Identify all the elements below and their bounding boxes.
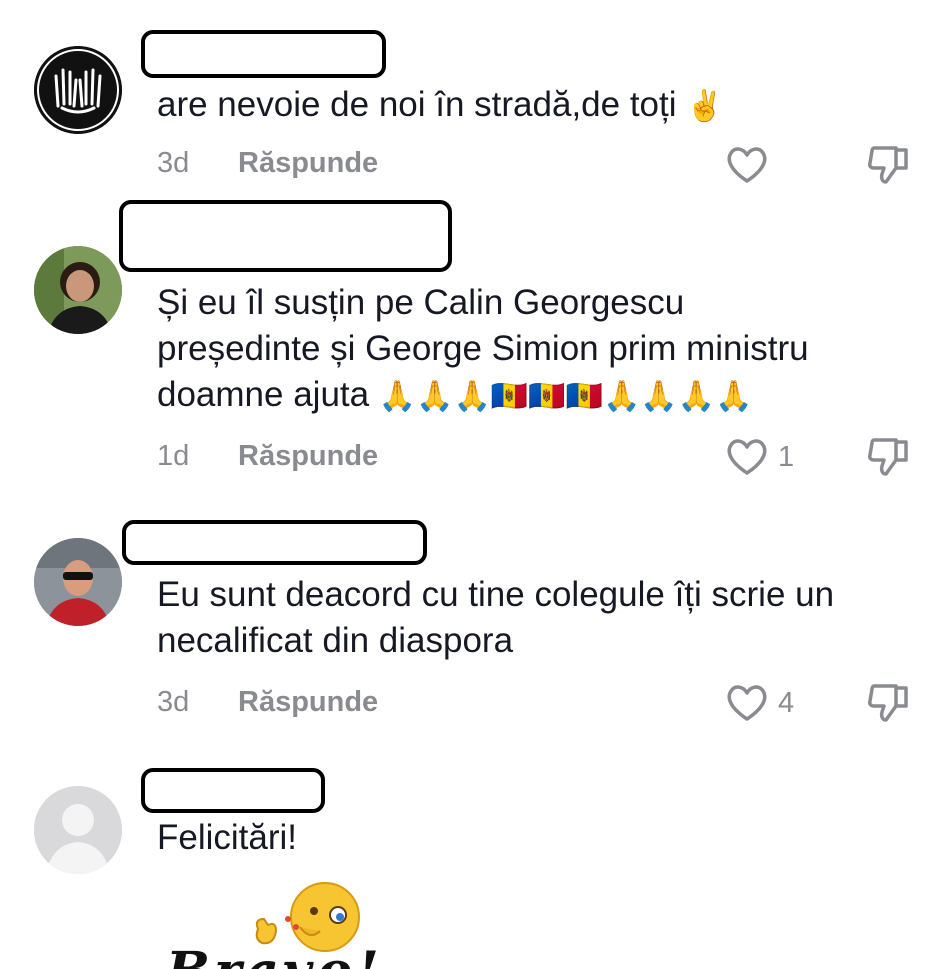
reply-button[interactable]: Răspunde xyxy=(238,686,378,719)
heart-outline-icon[interactable] xyxy=(725,145,769,185)
comment-text: Eu sunt deacord cu tine colegule îți scr… xyxy=(157,575,835,660)
reply-button[interactable]: Răspunde xyxy=(238,440,378,473)
reply-button[interactable]: Răspunde xyxy=(238,147,378,180)
thumbs-down-outline-icon[interactable] xyxy=(866,142,912,186)
emoji-sequence: 🙏🙏🙏🇲🇩🇲🇩🇲🇩🙏🙏🙏🙏 xyxy=(378,380,753,413)
redacted-username xyxy=(141,768,325,813)
comment-text: are nevoie de noi în stradă,de toți ✌️ xyxy=(157,85,724,124)
redacted-username xyxy=(141,30,386,78)
sticker-text: Bravo! xyxy=(166,941,383,969)
comment-text: Felicitări! xyxy=(157,818,298,857)
comment-age: 1d xyxy=(157,440,190,472)
comment-age: 3d xyxy=(157,686,190,718)
heart-outline-icon[interactable] xyxy=(725,437,769,477)
thumbs-down-outline-icon[interactable] xyxy=(866,680,912,724)
comment-text: Și eu îl susțin pe Calin Georgescu preșe… xyxy=(157,283,809,414)
like-count: 4 xyxy=(778,687,795,719)
avatar[interactable] xyxy=(34,246,122,334)
redacted-username xyxy=(119,200,452,272)
heart-outline-icon[interactable] xyxy=(725,683,769,723)
redacted-username xyxy=(122,520,427,565)
avatar[interactable] xyxy=(34,46,122,134)
man-photo-avatar-icon xyxy=(34,538,122,626)
raised-hands-avatar-icon xyxy=(34,46,122,134)
bravo-sticker[interactable]: Bravo! xyxy=(160,875,460,969)
person-placeholder-icon[interactable] xyxy=(34,786,122,874)
victory-hand-emoji: ✌️ xyxy=(686,90,724,123)
like-count: 1 xyxy=(778,441,795,473)
thumbs-down-outline-icon[interactable] xyxy=(866,434,912,478)
woman-photo-avatar-icon xyxy=(34,246,122,334)
avatar[interactable] xyxy=(34,538,122,626)
comment-age: 3d xyxy=(157,147,190,179)
